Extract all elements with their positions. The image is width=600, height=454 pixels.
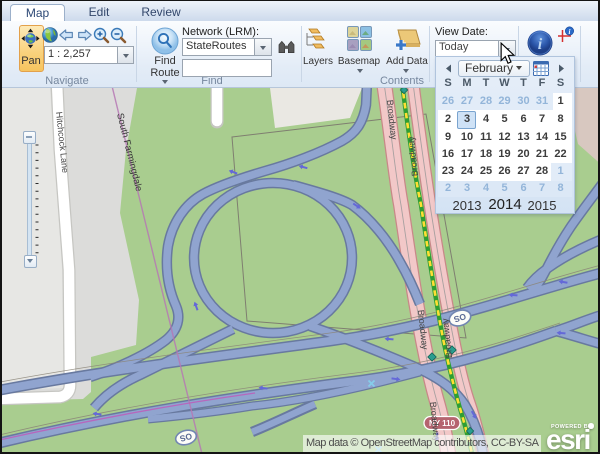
- svg-text:i: i: [538, 36, 543, 53]
- svg-text:i: i: [569, 28, 571, 36]
